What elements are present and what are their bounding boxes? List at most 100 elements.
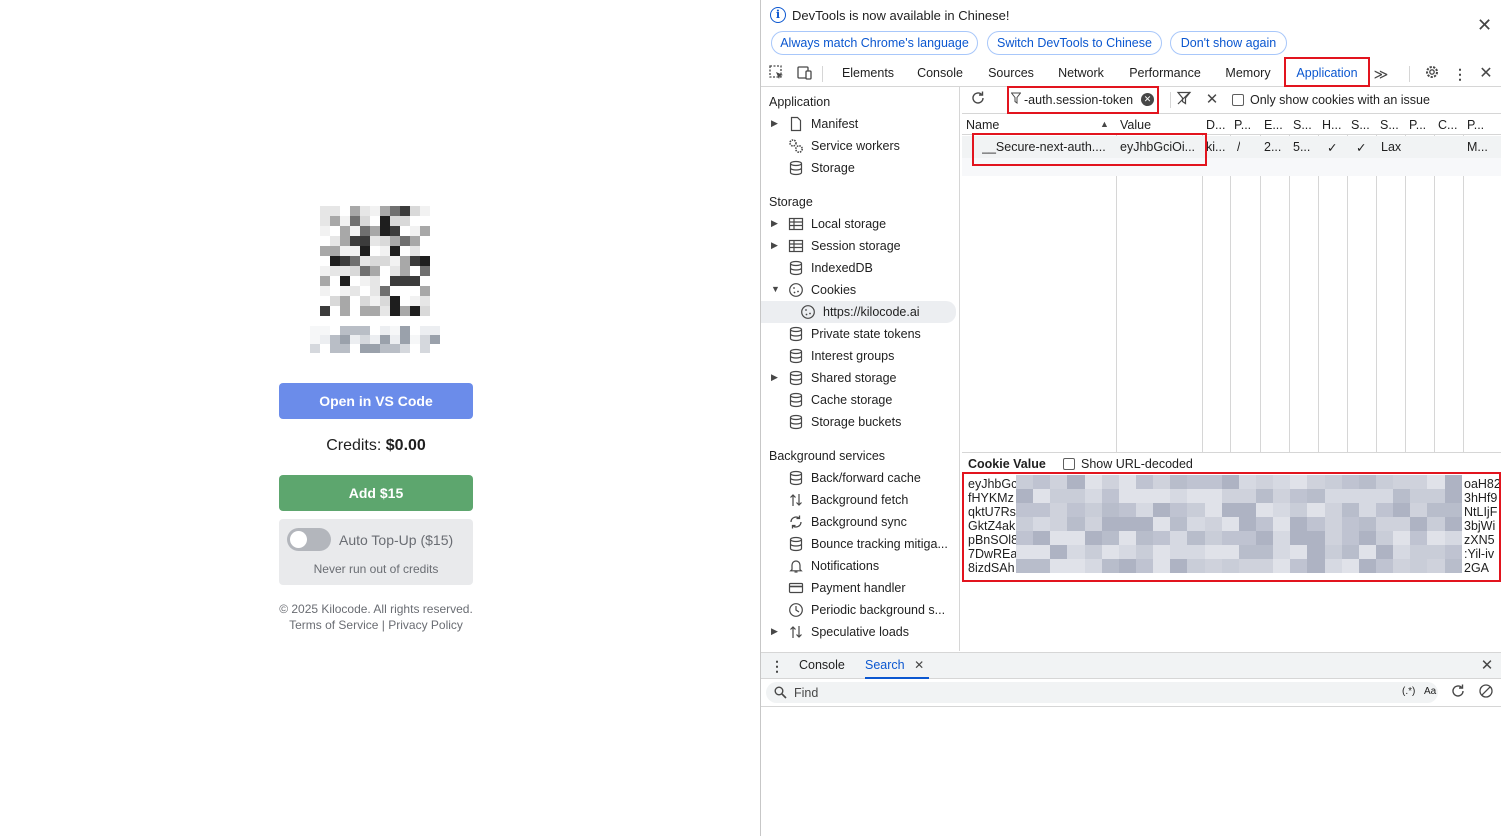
sidebar-item-storage[interactable]: Storage: [761, 157, 959, 179]
only-issue-checkbox[interactable]: Only show cookies with an issue: [1232, 93, 1430, 107]
sidebar-item-storage-buckets[interactable]: Storage buckets: [761, 411, 959, 433]
show-url-decoded-label: Show URL-decoded: [1081, 457, 1193, 471]
tab-sources[interactable]: Sources: [981, 61, 1041, 87]
sidebar-item-private-state-tokens[interactable]: Private state tokens: [761, 323, 959, 345]
search-input[interactable]: Find (.*) Aa: [766, 682, 1438, 703]
close-tab-icon[interactable]: ✕: [914, 658, 924, 672]
clear-search-icon[interactable]: [1476, 683, 1496, 703]
mosaic-cell: [330, 226, 340, 236]
add-credits-button[interactable]: Add $15: [279, 475, 473, 511]
mosaic-cell: [1341, 489, 1359, 503]
sidebar-item-bounce-tracking[interactable]: Bounce tracking mitiga...: [761, 533, 959, 555]
match-language-button[interactable]: Always match Chrome's language: [771, 31, 978, 55]
sidebar-item-notifications[interactable]: Notifications: [761, 555, 959, 577]
tab-performance[interactable]: Performance: [1122, 61, 1208, 87]
sidebar-item-service-workers[interactable]: Service workers: [761, 135, 959, 157]
column-header-cross-site[interactable]: C...: [1438, 118, 1462, 132]
tab-network[interactable]: Network: [1050, 61, 1112, 87]
sidebar-item-shared-storage[interactable]: ▶ Shared storage: [761, 367, 959, 389]
sidebar-item-cookie-origin[interactable]: https://kilocode.ai: [761, 301, 956, 323]
refresh-search-icon[interactable]: [1448, 683, 1468, 703]
cookie-filter-input[interactable]: -auth.session-token ✕: [1008, 88, 1158, 112]
sidebar-item-interest-groups[interactable]: Interest groups: [761, 345, 959, 367]
mosaic-cell: [410, 266, 420, 276]
expand-arrow-icon[interactable]: ▶: [771, 372, 778, 383]
sidebar-item-speculative-loads[interactable]: ▶ Speculative loads: [761, 621, 959, 643]
checkbox-box[interactable]: [1063, 458, 1075, 470]
tab-elements[interactable]: Elements: [835, 61, 901, 87]
show-url-decoded-checkbox[interactable]: Show URL-decoded: [1063, 457, 1193, 471]
tab-memory[interactable]: Memory: [1218, 61, 1278, 87]
sidebar-item-bfcache[interactable]: Back/forward cache: [761, 467, 959, 489]
refresh-icon[interactable]: [968, 90, 988, 110]
expand-arrow-icon[interactable]: ▶: [771, 626, 778, 637]
close-icon[interactable]: ✕: [1477, 16, 1492, 34]
column-header-secure[interactable]: S...: [1351, 118, 1375, 132]
sidebar-item-session-storage[interactable]: ▶ Session storage: [761, 235, 959, 257]
kebab-menu-icon[interactable]: ⋮: [1450, 64, 1470, 84]
close-devtools-icon[interactable]: ✕: [1476, 64, 1496, 84]
clear-filtered-cookies-icon[interactable]: [1174, 90, 1194, 110]
column-header-priority[interactable]: P...: [1467, 118, 1491, 132]
checkbox-box[interactable]: [1232, 94, 1244, 106]
close-drawer-icon[interactable]: ✕: [1477, 656, 1497, 676]
cookie-toolbar: -auth.session-token ✕ ✕ Only show cookie…: [962, 87, 1501, 114]
sidebar-item-local-storage[interactable]: ▶ Local storage: [761, 213, 959, 235]
mosaic-cell: [1204, 517, 1222, 531]
expand-arrow-icon[interactable]: ▶: [771, 218, 778, 229]
sidebar-item-background-fetch[interactable]: Background fetch: [761, 489, 959, 511]
sidebar-item-indexeddb[interactable]: IndexedDB: [761, 257, 959, 279]
cookie-value-content[interactable]: eyJhbGc fHYKMz qktU7Rs GktZ4ak pBnSOl8 7…: [962, 473, 1501, 651]
gear-icon[interactable]: [1422, 64, 1442, 84]
sidebar-item-background-sync[interactable]: Background sync: [761, 511, 959, 533]
sort-ascending-icon[interactable]: ▲: [1100, 119, 1109, 129]
inspect-element-icon[interactable]: [767, 64, 787, 84]
column-header-expires[interactable]: E...: [1264, 118, 1288, 132]
mosaic-cell: [340, 296, 350, 306]
privacy-link[interactable]: Privacy Policy: [388, 618, 463, 632]
tab-console[interactable]: Console: [911, 61, 969, 87]
switch-to-chinese-button[interactable]: Switch DevTools to Chinese: [987, 31, 1162, 55]
tab-application[interactable]: Application: [1287, 61, 1367, 87]
sidebar-item-manifest[interactable]: ▶ Manifest: [761, 113, 959, 135]
column-header-samesite[interactable]: S...: [1380, 118, 1404, 132]
expand-arrow-icon[interactable]: ▶: [771, 118, 778, 129]
regex-toggle[interactable]: (.*): [1402, 686, 1415, 697]
expand-arrow-icon[interactable]: ▶: [771, 240, 778, 251]
clear-all-cookies-icon[interactable]: ✕: [1202, 90, 1222, 110]
column-header-path[interactable]: P...: [1234, 118, 1258, 132]
sidebar-item-payment-handler[interactable]: Payment handler: [761, 577, 959, 599]
collapse-arrow-icon[interactable]: ▼: [771, 284, 780, 294]
table-row[interactable]: __Secure-next-auth.... eyJhbGciOi... ki.…: [962, 136, 1501, 158]
mosaic-cell: [350, 236, 360, 246]
sidebar-item-periodic-sync[interactable]: Periodic background s...: [761, 599, 959, 621]
bell-icon: [788, 558, 804, 574]
clear-filter-icon[interactable]: ✕: [1141, 93, 1154, 106]
terms-link[interactable]: Terms of Service: [289, 618, 378, 632]
filter-text: -auth.session-token: [1024, 93, 1134, 107]
mosaic-cell: [1067, 503, 1085, 517]
open-in-vscode-button[interactable]: Open in VS Code: [279, 383, 473, 419]
mosaic-cell: [1118, 531, 1136, 545]
match-case-toggle[interactable]: Aa: [1424, 686, 1436, 697]
auto-topup-toggle[interactable]: [287, 528, 331, 551]
column-header-value[interactable]: Value: [1120, 118, 1151, 132]
mosaic-cell: [330, 276, 340, 286]
column-header-size[interactable]: S...: [1293, 118, 1317, 132]
sidebar-item-cache-storage[interactable]: Cache storage: [761, 389, 959, 411]
mosaic-cell: [1307, 545, 1325, 559]
column-header-name[interactable]: Name: [966, 118, 999, 132]
drawer-tab-search[interactable]: Search ✕: [865, 653, 929, 679]
dont-show-again-button[interactable]: Don't show again: [1170, 31, 1287, 55]
sidebar-item-cookies[interactable]: ▼ Cookies: [761, 279, 959, 301]
drawer-menu-icon[interactable]: ⋮: [767, 656, 787, 676]
column-header-domain[interactable]: D...: [1206, 118, 1228, 132]
column-header-partition-key[interactable]: P...: [1409, 118, 1433, 132]
mosaic-cell: [1410, 475, 1428, 489]
more-tabs-icon[interactable]: ≫: [1371, 64, 1391, 84]
mosaic-cell: [1084, 475, 1102, 489]
device-toolbar-icon[interactable]: [794, 64, 814, 84]
column-header-httponly[interactable]: H...: [1322, 118, 1346, 132]
mosaic-cell: [400, 326, 410, 335]
drawer-tab-console[interactable]: Console: [799, 653, 845, 679]
